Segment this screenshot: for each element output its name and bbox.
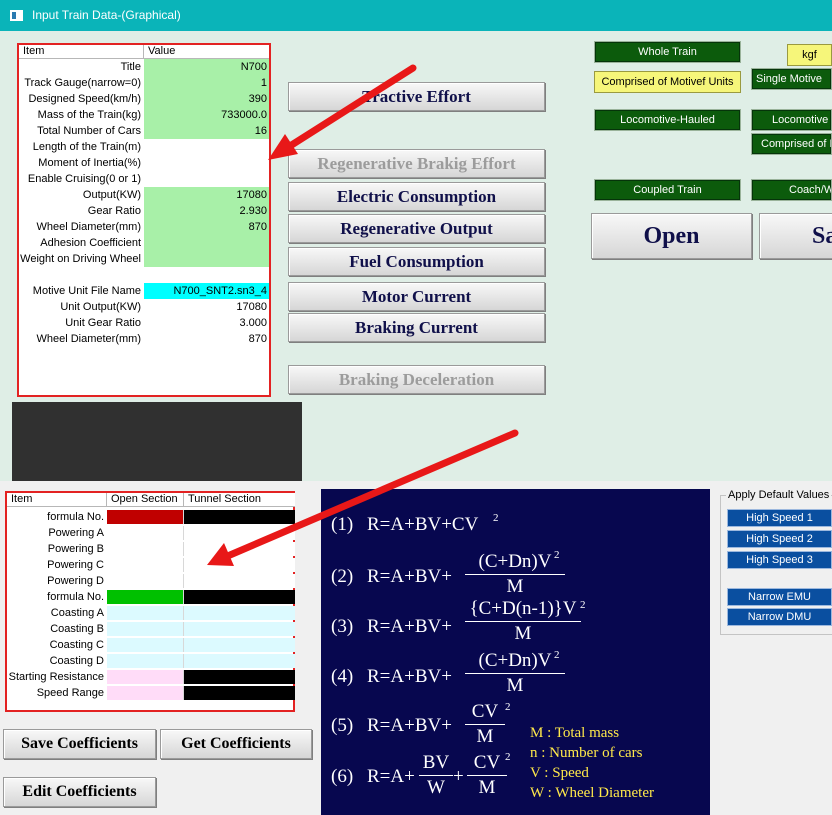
annotation-arrow-lower	[207, 429, 519, 566]
annotation-arrow-upper	[268, 64, 417, 160]
annotation-arrows	[207, 64, 519, 566]
